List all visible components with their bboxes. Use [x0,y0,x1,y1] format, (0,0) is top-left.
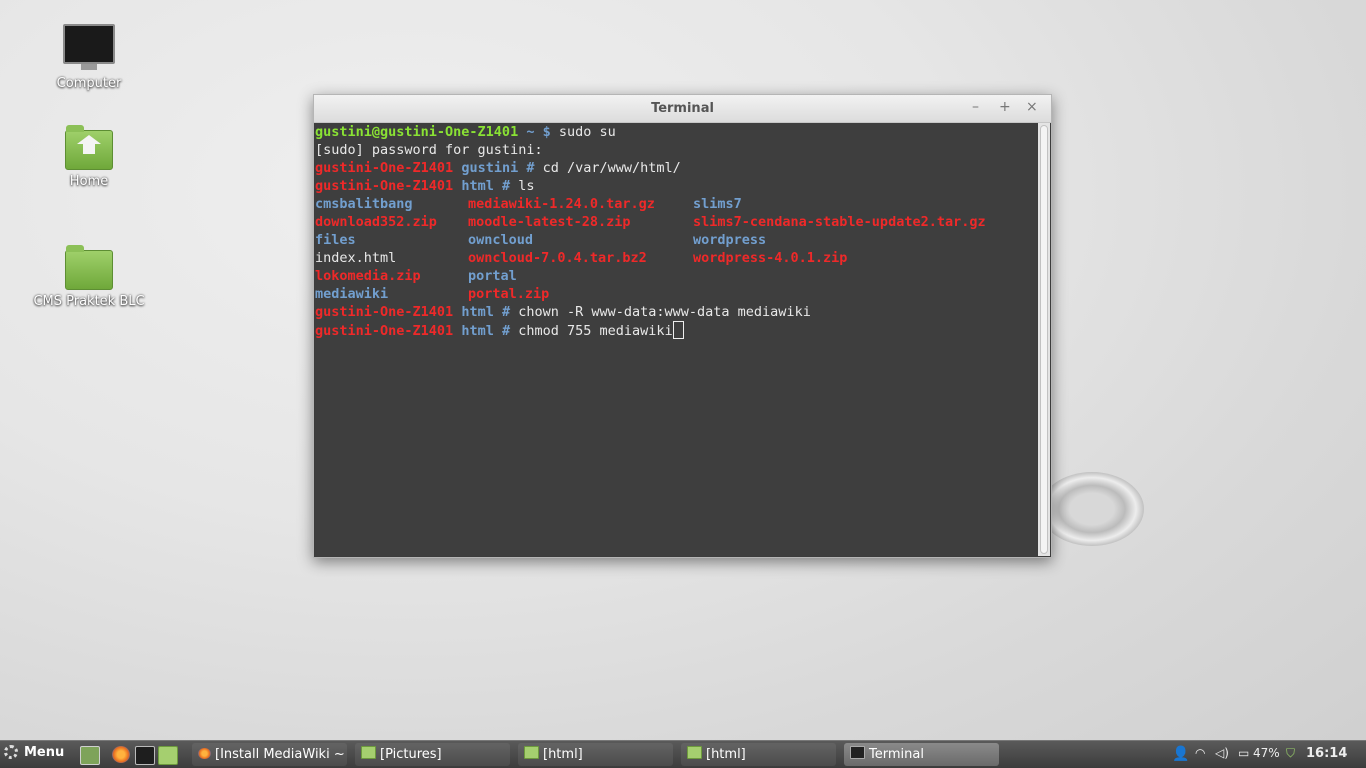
desktop-icon-cms-praktek[interactable]: CMS Praktek BLC [29,245,149,309]
terminal-line: gustini-One-Z1401 html # chown -R www-da… [315,304,811,320]
minimize-button[interactable]: – [972,99,979,115]
ls-row: lokomedia.zip portal [315,267,1037,285]
ls-row: mediawiki portal.zip [315,285,1037,303]
terminal-line: [sudo] password for gustini: [315,142,543,158]
ls-entry: index.html [315,250,397,266]
ls-row: index.html owncloud-7.0.4.tar.bz2 wordpres… [315,249,1037,267]
ls-entry: lokomedia.zip [315,268,421,284]
desktop-icon-label: Computer [56,76,122,91]
taskbar: Menu [Install MediaWiki ~ ... [Pictures]… [0,740,1366,768]
maximize-button[interactable]: + [999,99,1011,115]
gear-icon [4,745,18,759]
task-terminal[interactable]: Terminal [844,743,999,766]
ls-entry: portal [468,268,517,284]
home-folder-icon [29,125,149,170]
task-pictures[interactable]: [Pictures] [355,743,510,766]
ls-entry: slims7-cendana-stable-update2.tar.gz [693,214,986,230]
volume-icon[interactable]: ◁) [1215,746,1229,760]
folder-icon [687,746,702,759]
terminal-icon [850,746,865,759]
user-icon[interactable]: 👤 [1172,746,1189,762]
ls-entry: mediawiki-1.24.0.tar.gz [468,196,655,212]
ls-entry: files [315,232,356,248]
task-html-1[interactable]: [html] [518,743,673,766]
wallpaper-logo [1040,472,1144,546]
terminal-line: gustini-One-Z1401 html # ls [315,178,535,194]
ls-entry: moodle-latest-28.zip [468,214,631,230]
firefox-launcher-icon[interactable] [112,746,130,763]
wifi-icon[interactable]: ◠ [1195,746,1205,760]
ls-row: download352.zip moodle-latest-28.zip slims… [315,213,1037,231]
menu-label: Menu [24,745,65,760]
show-desktop-icon[interactable] [80,746,100,765]
clock[interactable]: 16:14 [1306,746,1347,761]
ls-entry: portal.zip [468,286,550,302]
menu-button[interactable]: Menu [4,745,64,760]
terminal-line: gustini-One-Z1401 html # chmod 755 media… [315,321,1037,339]
ls-entry: cmsbalitbang [315,196,413,212]
battery-percent: 47% [1253,746,1280,760]
text-cursor [672,321,684,339]
desktop-icon-computer[interactable]: Computer [29,24,149,91]
ls-entry: slims7 [693,196,742,212]
battery-icon[interactable]: ▭ [1238,746,1249,760]
update-shield-icon[interactable]: ⛉ [1286,746,1295,761]
folder-icon [361,746,376,759]
ls-row: files owncloud wordpress [315,231,1037,249]
terminal-launcher-icon[interactable] [135,746,155,765]
ls-output: cmsbalitbang mediawiki-1.24.0.tar.gz slims… [315,195,1037,303]
ls-entry: mediawiki [315,286,389,302]
close-button[interactable]: × [1026,99,1038,115]
desktop-icon-label: Home [69,174,109,189]
ls-entry: owncloud-7.0.4.tar.bz2 [468,250,647,266]
desktop-icon-home[interactable]: Home [29,125,149,189]
window-title: Terminal [651,101,714,116]
desktop-icon-label: CMS Praktek BLC [33,294,145,309]
terminal-window[interactable]: Terminal – + × gustini@gustini-One-Z1401… [313,94,1052,558]
scrollbar-thumb[interactable] [1040,125,1048,554]
terminal-line: gustini@gustini-One-Z1401 ~ $ sudo su [315,124,616,140]
terminal-scrollbar[interactable] [1038,123,1050,556]
ls-row: cmsbalitbang mediawiki-1.24.0.tar.gz slims… [315,195,1037,213]
ls-entry: download352.zip [315,214,437,230]
ls-entry: wordpress [693,232,767,248]
terminal-output[interactable]: gustini@gustini-One-Z1401 ~ $ sudo su [s… [315,123,1037,556]
files-launcher-icon[interactable] [158,746,178,765]
ls-entry: owncloud [468,232,534,248]
folder-icon [524,746,539,759]
task-html-2[interactable]: [html] [681,743,836,766]
task-install-mediawiki[interactable]: [Install MediaWiki ~ ... [192,743,347,766]
folder-icon [29,245,149,290]
computer-icon [29,24,149,70]
firefox-icon [198,748,211,759]
ls-entry: wordpress-4.0.1.zip [693,250,848,266]
window-titlebar[interactable]: Terminal – + × [314,95,1051,123]
terminal-line: gustini-One-Z1401 gustini # cd /var/www/… [315,160,681,176]
